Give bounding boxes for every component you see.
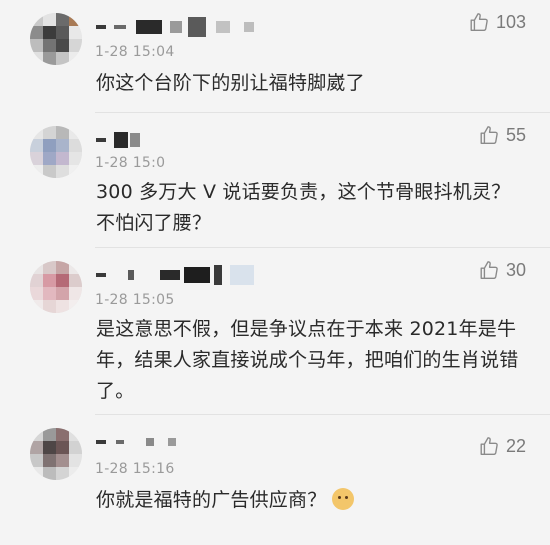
username-blurred[interactable] — [96, 260, 254, 290]
thumbs-up-icon — [480, 437, 498, 455]
like-count: 30 — [505, 259, 526, 280]
username-blurred[interactable] — [96, 125, 140, 155]
comment-text: 你这个台阶下的别让福特脚崴了 — [96, 72, 365, 94]
thumbs-up-icon — [480, 261, 498, 279]
comment-text-wrap: 你就是福特的广告供应商？ — [96, 485, 520, 516]
avatar[interactable] — [30, 261, 82, 313]
thumbs-up-icon — [470, 13, 488, 31]
comment-time: 1-28 15:16 — [95, 461, 175, 477]
username-blurred[interactable] — [96, 12, 254, 42]
comment-item: 1-28 15:0 55 300 多万大 V 说话要负责，这个节骨眼抖机灵？不怕… — [0, 113, 550, 248]
comment-text: 300 多万大 V 说话要负责，这个节骨眼抖机灵？不怕闪了腰？ — [96, 181, 511, 234]
like-count: 22 — [505, 435, 526, 456]
thumbs-up-icon — [480, 126, 498, 144]
comment-item: 1-28 15:16 22 你就是福特的广告供应商？ — [0, 415, 550, 545]
avatar[interactable] — [30, 13, 82, 65]
comment-item: 1-28 15:04 103 你这个台阶下的别让福特脚崴了 — [0, 0, 550, 113]
like-count: 103 — [495, 11, 526, 32]
comment-time: 1-28 15:0 — [95, 155, 166, 171]
like-button[interactable]: 103 — [468, 11, 526, 33]
like-button[interactable]: 30 — [478, 259, 526, 281]
doge-emoji-icon — [332, 488, 355, 510]
comment-item: 1-28 15:05 30 是这意思不假，但是争议点在于本来 2021年是牛年，… — [0, 248, 550, 415]
avatar[interactable] — [30, 126, 82, 178]
username-blurred[interactable] — [96, 427, 176, 457]
like-count: 55 — [505, 124, 526, 145]
like-button[interactable]: 55 — [478, 124, 526, 146]
comment-time: 1-28 15:05 — [95, 292, 175, 308]
comment-text: 你就是福特的广告供应商？ — [96, 489, 327, 511]
like-button[interactable]: 22 — [478, 435, 526, 457]
avatar[interactable] — [30, 428, 82, 480]
comment-text: 是这意思不假，但是争议点在于本来 2021年是牛年，结果人家直接说成个马年，把咱… — [96, 318, 519, 402]
comment-list: 1-28 15:04 103 你这个台阶下的别让福特脚崴了 1-28 15:0 — [0, 0, 550, 545]
comment-time: 1-28 15:04 — [95, 44, 175, 60]
